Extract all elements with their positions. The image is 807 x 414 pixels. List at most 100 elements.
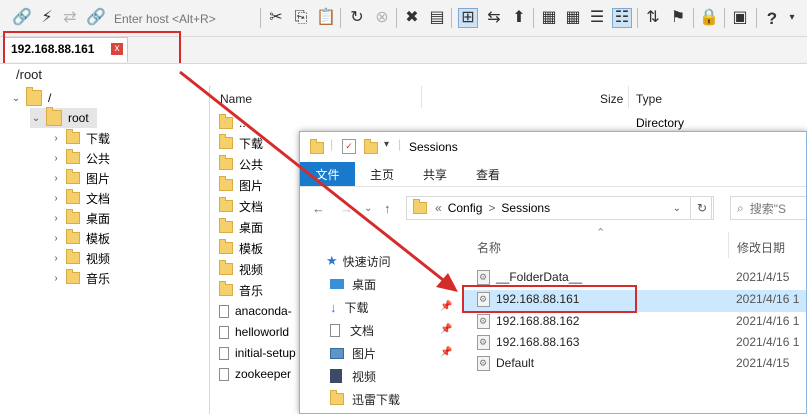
file-row[interactable]: zookeeper — [219, 364, 291, 384]
lock-icon[interactable]: 🔒 — [699, 8, 719, 28]
chevron-right-icon[interactable]: › — [50, 133, 62, 144]
recent-locations-icon[interactable]: ⌄ — [364, 203, 372, 214]
tree-view-icon[interactable]: ⊞ — [458, 8, 478, 28]
file-row[interactable]: 公共 — [219, 154, 263, 174]
column-header-size[interactable]: Size — [600, 92, 623, 106]
tree-item-label: 文档 — [86, 191, 111, 206]
quick-access-dropdown-icon[interactable]: ▾ — [384, 139, 389, 150]
file-row[interactable]: 桌面 — [219, 217, 263, 237]
parent-folder-icon[interactable]: ⬆ — [509, 8, 529, 28]
nav-item-videos[interactable]: 视频 — [330, 365, 376, 387]
search-input[interactable]: ⌕ 搜索"S — [730, 196, 806, 220]
delete-icon[interactable]: ✖ — [402, 8, 422, 28]
tree-item-root[interactable]: ⌄ root — [30, 107, 97, 128]
pin-icon[interactable]: 📌 — [440, 301, 452, 312]
list-item[interactable]: 192.168.88.163 — [464, 331, 579, 353]
chevron-right-icon[interactable]: › — [50, 213, 62, 224]
file-row[interactable]: 音乐 — [219, 280, 263, 300]
disconnect-link-icon[interactable]: 🔗 — [86, 8, 106, 28]
nav-item-desktop[interactable]: 桌面 — [330, 273, 376, 295]
chevron-right-icon[interactable]: › — [50, 273, 62, 284]
ribbon-tab-share[interactable]: 共享 — [423, 166, 447, 183]
nav-item-pictures[interactable]: 图片 — [330, 342, 376, 364]
chevron-down-icon[interactable]: ⌄ — [30, 113, 42, 124]
column-header-name[interactable]: Name — [220, 92, 252, 106]
details-view-icon[interactable]: ☷ — [612, 8, 632, 28]
stop-icon[interactable]: ⊗ — [372, 8, 392, 28]
file-row[interactable]: initial-setup — [219, 343, 296, 363]
address-dropdown-icon[interactable]: ⌄ — [673, 203, 681, 214]
nav-item-downloads[interactable]: ↓ 下载 — [330, 296, 369, 318]
tree-item[interactable]: › 桌面 — [50, 208, 110, 228]
tree-item[interactable]: › 音乐 — [50, 268, 110, 288]
chevron-right-icon[interactable]: › — [50, 233, 62, 244]
file-row[interactable]: anaconda- — [219, 301, 292, 321]
paste-icon[interactable]: 📋 — [316, 8, 336, 28]
list-view-icon[interactable]: ☰ — [587, 8, 607, 28]
ribbon-tab-file[interactable]: 文件 — [300, 162, 355, 186]
properties-icon[interactable]: ▤ — [427, 8, 447, 28]
breadcrumb-sessions[interactable]: Sessions — [501, 201, 550, 215]
nav-item-quick-access[interactable]: ★ 快速访问 — [326, 250, 391, 272]
file-name: Default — [496, 356, 535, 370]
pin-icon[interactable]: 📌 — [440, 324, 452, 335]
file-row[interactable]: helloworld — [219, 322, 289, 342]
nav-item-xunlei-downloads[interactable]: 迅雷下载 — [330, 388, 400, 410]
tree-item[interactable]: › 视频 — [50, 248, 110, 268]
column-header-type[interactable]: Type — [636, 92, 662, 106]
tree-item[interactable]: › 下载 — [50, 128, 110, 148]
chevron-down-icon[interactable]: ⌄ — [10, 93, 22, 104]
pin-icon[interactable]: 📌 — [440, 278, 452, 289]
chevron-right-icon[interactable]: › — [50, 253, 62, 264]
file-row[interactable]: .. — [219, 113, 246, 133]
large-icons-view-icon[interactable]: ▦ — [539, 8, 559, 28]
folder-icon — [66, 129, 80, 144]
cut-icon[interactable]: ✂ — [266, 8, 286, 28]
config-file-icon — [477, 355, 490, 371]
breadcrumb-config[interactable]: Config — [448, 201, 483, 215]
breadcrumb-overflow[interactable]: « — [435, 201, 442, 215]
file-row[interactable]: 文档 — [219, 196, 263, 216]
copy-icon[interactable]: ⎘ — [291, 8, 311, 28]
help-dropdown-icon[interactable]: ▾ — [782, 8, 802, 28]
chevron-right-icon[interactable]: › — [50, 153, 62, 164]
tree-item[interactable]: › 图片 — [50, 168, 110, 188]
file-row[interactable]: 视频 — [219, 259, 263, 279]
properties-icon[interactable]: ✓ — [342, 139, 356, 154]
sync-browse-icon[interactable]: ⇆ — [484, 8, 504, 28]
list-item[interactable]: 192.168.88.162 — [464, 310, 579, 332]
back-arrow-icon[interactable]: ← — [312, 201, 325, 216]
list-item[interactable]: Default — [464, 352, 534, 374]
tree-item[interactable]: › 文档 — [50, 188, 110, 208]
pin-icon[interactable]: 📌 — [440, 347, 452, 358]
host-input[interactable] — [114, 11, 254, 27]
tree-item-root-slash[interactable]: ⌄ / — [10, 87, 51, 108]
small-icons-view-icon[interactable]: ▦ — [563, 8, 583, 28]
lightning-connect-icon[interactable]: ⚡ — [37, 8, 57, 28]
tree-item[interactable]: › 模板 — [50, 228, 110, 248]
file-row[interactable]: 下载 — [219, 133, 263, 153]
link-icon[interactable]: 🔗 — [12, 8, 32, 28]
chevron-right-icon[interactable]: › — [50, 193, 62, 204]
ribbon-tab-home[interactable]: 主页 — [370, 166, 394, 183]
address-bar[interactable]: « Config > Sessions ⌄ — [406, 196, 712, 220]
new-folder-icon[interactable] — [364, 139, 378, 154]
help-icon[interactable]: ? — [762, 8, 782, 28]
chevron-right-icon[interactable]: › — [50, 173, 62, 184]
up-arrow-icon[interactable]: ↑ — [384, 201, 391, 216]
folder-icon — [219, 134, 233, 149]
file-icon — [219, 325, 229, 339]
refresh-icon[interactable]: ↻ — [347, 8, 367, 28]
refresh-icon[interactable]: ↻ — [690, 196, 714, 220]
reconnect-icon[interactable]: ⇄ — [60, 8, 80, 28]
file-row[interactable]: 模板 — [219, 238, 263, 258]
sort-icon[interactable]: ⇅ — [643, 8, 663, 28]
ribbon-tab-view[interactable]: 查看 — [476, 166, 500, 183]
session-manager-icon[interactable]: ▣ — [730, 8, 750, 28]
forward-arrow-icon[interactable]: → — [340, 201, 353, 216]
tree-item[interactable]: › 公共 — [50, 148, 110, 168]
file-row[interactable]: 图片 — [219, 175, 263, 195]
path-bar[interactable]: /root — [0, 63, 807, 87]
nav-item-documents[interactable]: 文档 — [330, 319, 374, 341]
filter-icon[interactable]: ⚑ — [668, 8, 688, 28]
